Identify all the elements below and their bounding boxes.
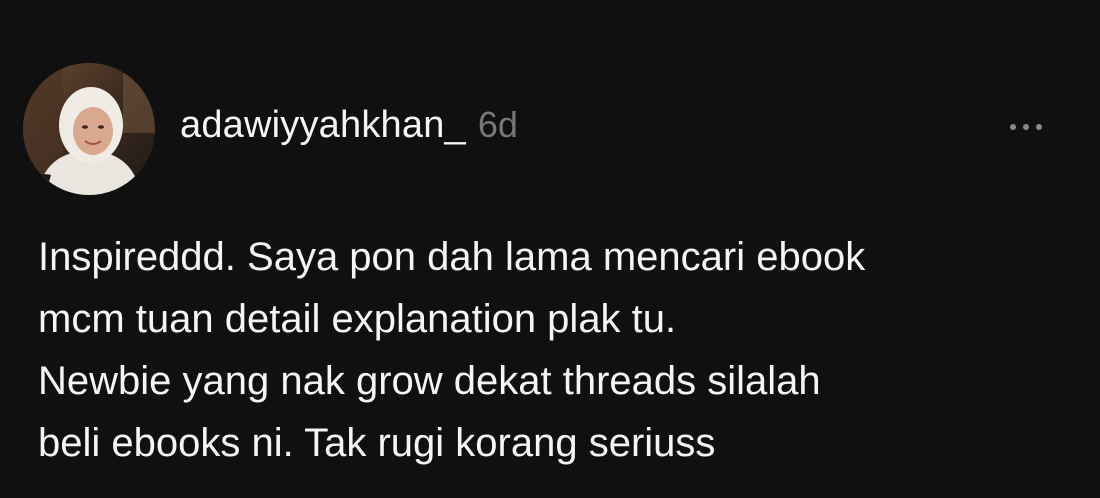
more-options-button[interactable] — [1004, 112, 1048, 142]
post-header: adawiyyahkhan_ 6d — [180, 104, 518, 154]
post-timestamp[interactable]: 6d — [478, 104, 518, 146]
avatar[interactable] — [23, 63, 155, 195]
post-text-line: mcm tuan detail explanation plak tu. — [38, 297, 677, 341]
avatar-image — [23, 63, 155, 195]
more-horizontal-icon-dot — [1023, 124, 1029, 130]
thread-post: adawiyyahkhan_ 6d Inspireddd. Saya pon d… — [0, 0, 1100, 498]
post-text: Inspireddd. Saya pon dah lama mencari eb… — [38, 226, 1078, 474]
post-text-line: Inspireddd. Saya pon dah lama mencari eb… — [38, 235, 866, 279]
more-horizontal-icon-dot — [1036, 124, 1042, 130]
post-text-line: beli ebooks ni. Tak rugi korang seriuss — [38, 421, 716, 465]
more-horizontal-icon-dot — [1010, 124, 1016, 130]
username[interactable]: adawiyyahkhan_ — [180, 104, 466, 147]
post-text-line: Newbie yang nak grow dekat threads silal… — [38, 359, 821, 403]
